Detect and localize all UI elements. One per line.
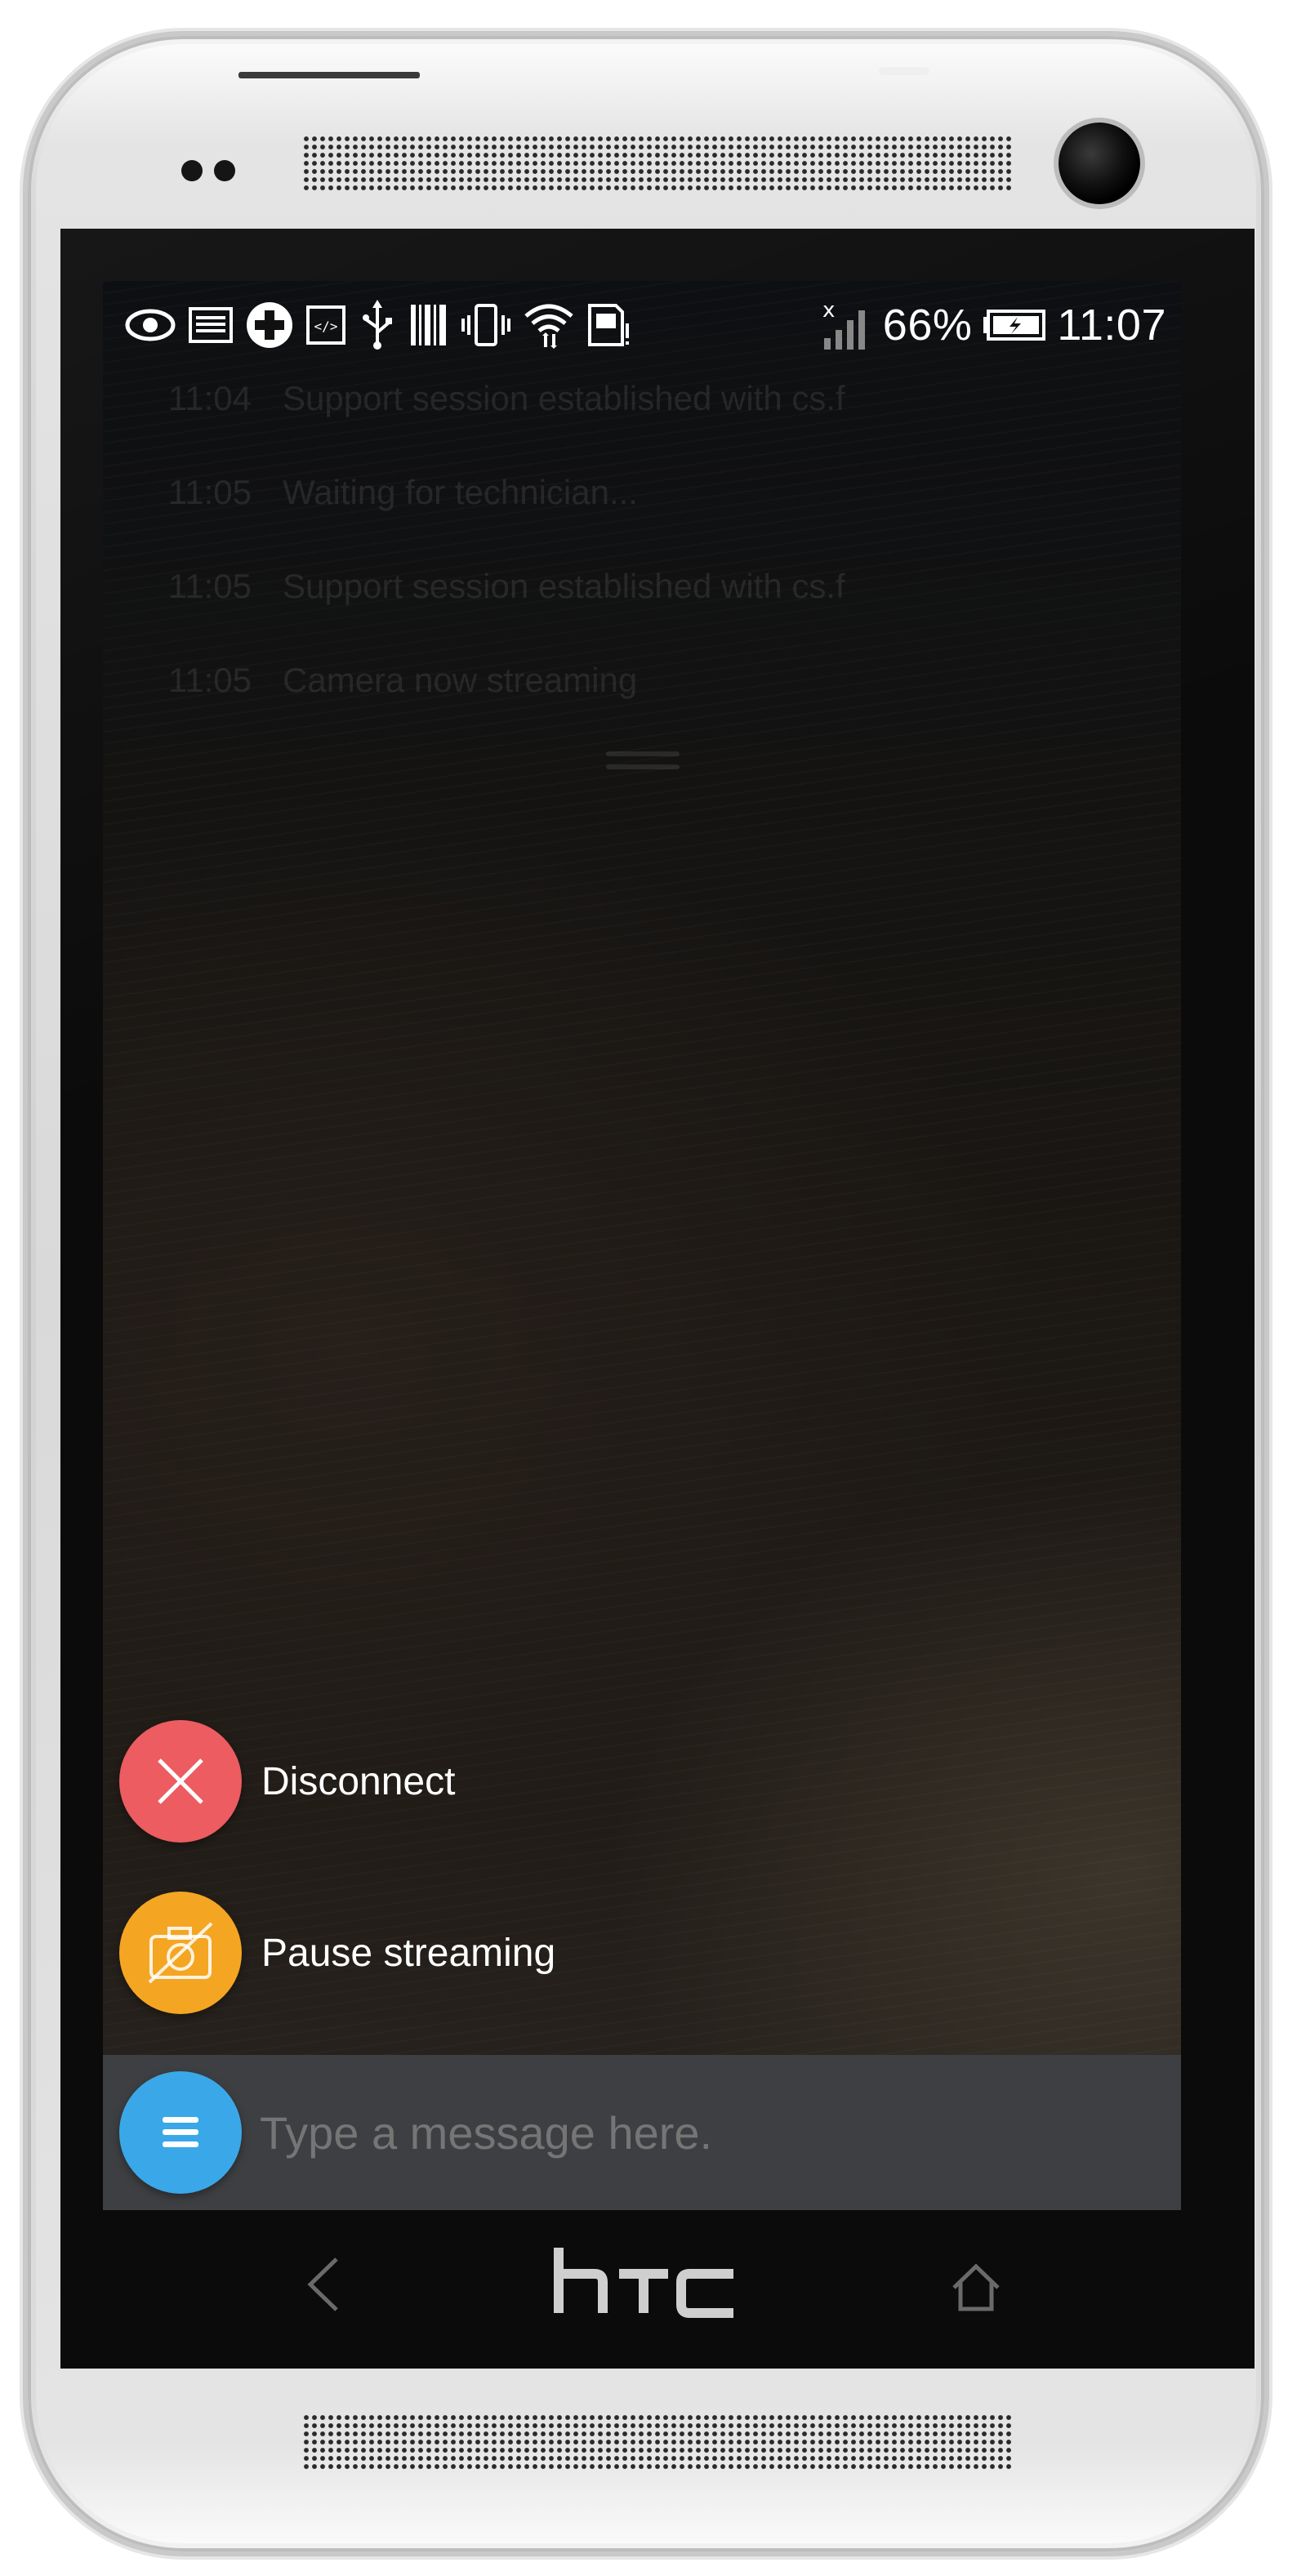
home-key[interactable] [939,2250,1013,2324]
code-icon: </> [305,296,346,354]
menu-action[interactable] [119,2071,242,2194]
ir-sensor [879,67,929,75]
bottom-speaker-grille [302,2413,1014,2471]
eye-icon [124,296,176,354]
front-camera [1059,123,1140,204]
disconnect-button[interactable] [119,1720,242,1843]
log-entry: 11:04 Support session established with cs… [168,378,845,417]
back-arrow-icon [307,2257,338,2311]
wifi-icon [523,296,575,354]
message-input[interactable] [258,2105,1143,2160]
signal-icon: x [819,296,873,354]
sim-icon [586,296,632,354]
log-entry: 11:05 Support session established with cs… [168,566,845,605]
light-sensor [214,160,235,181]
log-drag-handle[interactable] [606,751,680,773]
back-key[interactable] [287,2248,361,2321]
log-entry: 11:05 Camera now streaming [168,660,638,699]
pause-streaming-button[interactable] [119,1892,242,2014]
clock: 11:07 [1057,301,1166,350]
disconnect-action[interactable]: Disconnect [119,1720,455,1843]
svg-text:x: x [822,299,835,323]
power-button[interactable] [238,72,420,78]
session-log: 11:04 Support session established with cs… [168,351,1148,727]
barcode-icon [408,296,449,354]
log-entry: 11:05 Waiting for technician... [168,472,638,511]
battery-percent: 66% [882,301,973,350]
pause-streaming-label[interactable]: Pause streaming [261,1931,555,1976]
usb-icon [358,296,397,354]
top-speaker-grille [302,135,1014,192]
camera-off-icon [148,1922,213,1984]
proximity-sensor [181,160,203,181]
menu-icon [163,2117,198,2147]
disconnect-label[interactable]: Disconnect [261,1759,455,1804]
menu-button[interactable] [119,2071,242,2194]
medical-cross-icon [245,296,294,354]
svg-text:</>: </> [314,319,338,334]
home-icon [952,2263,1000,2311]
htc-logo [549,2238,745,2328]
app-screen: </> x 66% 11:07 11:04 Support session es… [103,281,1181,2210]
gallery-icon [188,296,234,354]
close-icon [158,1758,203,1804]
battery-icon [982,296,1047,354]
message-bar [103,2055,1181,2210]
pause-streaming-action[interactable]: Pause streaming [119,1892,555,2014]
vibrate-icon [461,296,511,354]
